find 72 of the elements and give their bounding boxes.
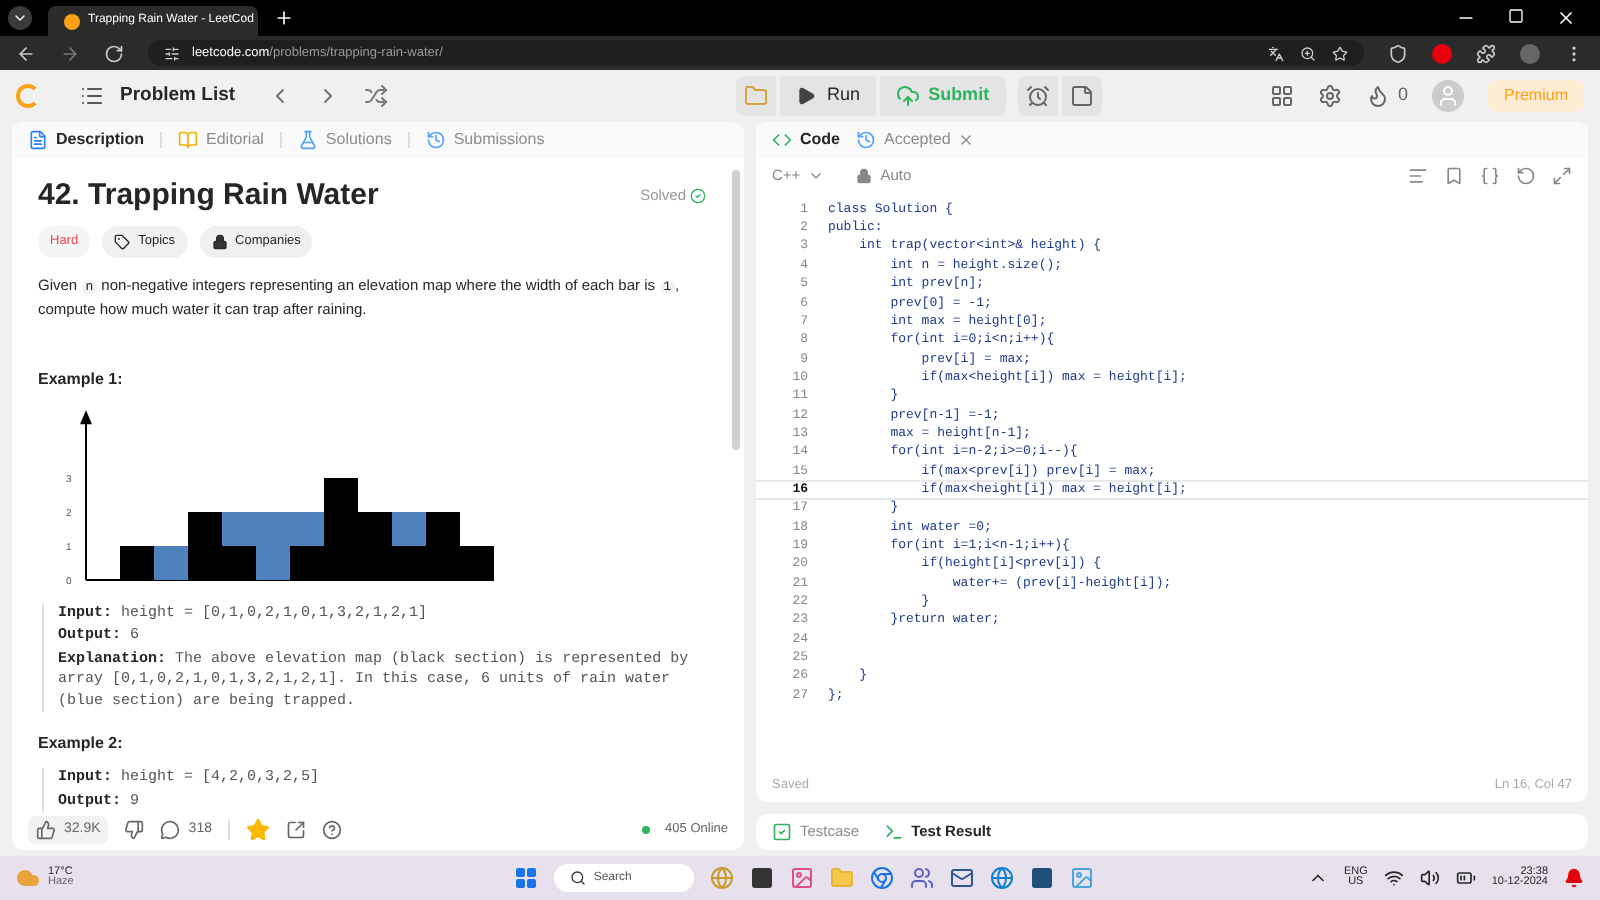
terminal-icon	[883, 822, 904, 842]
new-tab-icon[interactable]	[274, 8, 294, 28]
cloud-upload-icon	[896, 84, 921, 108]
problem-title: 42. Trapping Rain Water	[38, 180, 379, 210]
search-icon	[569, 870, 586, 886]
favorite-star-icon[interactable]	[245, 818, 270, 842]
alarm-clock-icon	[1025, 84, 1050, 108]
tab-icon	[425, 130, 446, 150]
settings-icon[interactable]	[1317, 84, 1342, 108]
lock-icon	[211, 233, 228, 250]
reload-icon[interactable]	[104, 43, 124, 63]
dislike-icon[interactable]	[124, 820, 145, 840]
tag-icon	[114, 233, 131, 250]
braces-icon[interactable]	[1480, 165, 1500, 185]
site-settings-icon[interactable]	[164, 45, 180, 61]
code-icon	[772, 130, 792, 150]
example-heading: Example 2:	[38, 732, 125, 757]
volume-icon[interactable]	[1419, 868, 1440, 888]
mail-icon[interactable]	[949, 866, 974, 890]
shield-icon[interactable]	[1388, 43, 1408, 63]
extension-icon[interactable]	[1432, 43, 1452, 63]
history-icon	[856, 130, 876, 150]
panel-tab[interactable]: Description	[28, 128, 145, 152]
streak-count: 0	[1397, 82, 1408, 109]
back-icon[interactable]	[16, 43, 36, 63]
comment-icon	[160, 820, 181, 840]
browser-icon[interactable]	[869, 866, 894, 890]
problem-list-link[interactable]: Problem List	[120, 81, 236, 111]
extensions-icon[interactable]	[1476, 43, 1496, 63]
tab-icon	[178, 130, 199, 150]
timer-button[interactable]	[1017, 76, 1058, 116]
teams-icon[interactable]	[909, 866, 934, 890]
wifi-icon[interactable]	[1383, 868, 1404, 888]
reset-icon[interactable]	[1516, 165, 1536, 185]
check-icon	[690, 187, 706, 203]
format-icon[interactable]	[1408, 165, 1428, 185]
example-heading: Example 1:	[38, 367, 125, 392]
battery-icon[interactable]	[1455, 868, 1476, 888]
checkbox-icon	[772, 822, 792, 842]
elevation-bar	[120, 545, 154, 580]
shuffle-icon[interactable]	[363, 84, 388, 108]
run-button[interactable]: Run	[779, 76, 877, 116]
bookmark-icon[interactable]	[1444, 165, 1464, 185]
play-icon	[795, 86, 816, 106]
tab-icon	[28, 130, 48, 150]
bookmark-star-icon[interactable]	[1332, 45, 1348, 61]
flame-icon[interactable]	[1365, 84, 1390, 108]
tab-icon	[297, 130, 318, 150]
expand-icon[interactable]	[1552, 165, 1572, 185]
thumbs-up-icon	[36, 820, 56, 840]
user-icon	[1435, 84, 1460, 108]
water-bar	[154, 545, 188, 580]
profile-icon[interactable]	[1520, 43, 1540, 63]
share-icon[interactable]	[285, 820, 306, 840]
maximize-icon[interactable]	[1508, 8, 1524, 24]
lock-icon	[856, 167, 873, 183]
close-icon	[958, 132, 975, 148]
help-icon[interactable]	[321, 820, 342, 840]
scrollbar[interactable]	[732, 170, 740, 450]
translate-icon[interactable]	[1268, 45, 1284, 61]
water-bar	[392, 511, 426, 546]
notification-icon[interactable]	[1564, 868, 1584, 888]
zoom-icon[interactable]	[1300, 45, 1316, 61]
forward-icon[interactable]	[60, 43, 80, 63]
start-icon[interactable]	[513, 866, 538, 890]
favicon	[64, 13, 80, 29]
note-icon	[1069, 84, 1094, 108]
close-icon[interactable]	[1556, 8, 1576, 28]
notes-button[interactable]	[1061, 76, 1102, 116]
editor-tab[interactable]: Code	[772, 128, 840, 152]
grid-icon[interactable]	[1269, 84, 1294, 108]
store-icon[interactable]	[1029, 866, 1054, 890]
